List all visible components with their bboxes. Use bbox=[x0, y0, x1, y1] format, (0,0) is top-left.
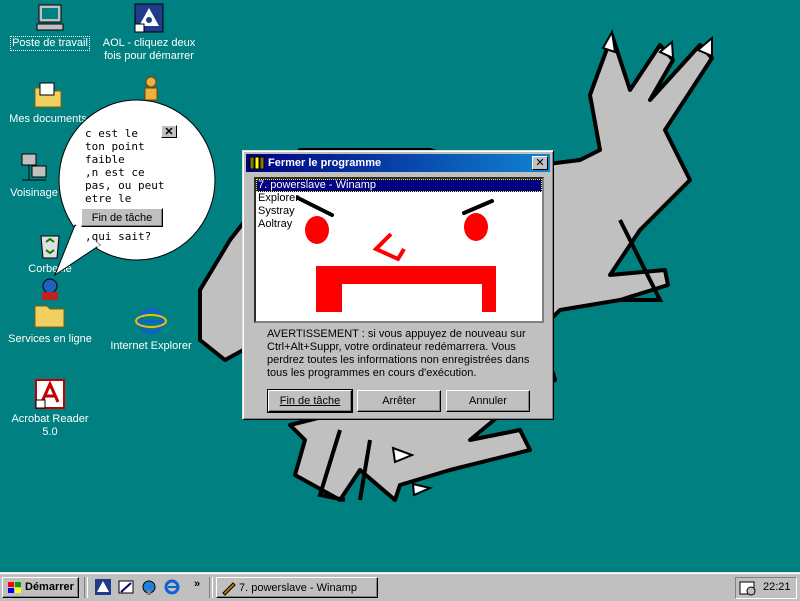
bubble-end-task-button[interactable]: Fin de tâche bbox=[81, 208, 163, 227]
aol-quicklaunch-icon[interactable] bbox=[94, 578, 112, 596]
dialog-titlebar[interactable]: Fermer le programme ✕ bbox=[246, 154, 550, 172]
documents-folder-icon bbox=[34, 82, 62, 108]
desktop-icon-acrobat[interactable]: Acrobat Reader 5.0 bbox=[2, 378, 98, 439]
ie-quicklaunch-icon[interactable] bbox=[163, 578, 181, 596]
end-task-button[interactable]: Fin de tâche bbox=[267, 389, 353, 413]
aol-icon bbox=[134, 3, 164, 33]
user-icon bbox=[144, 76, 158, 101]
desktop-icon-network[interactable]: Voisinage bbox=[4, 152, 64, 200]
angry-face-drawing bbox=[296, 196, 496, 312]
internet-explorer-icon bbox=[135, 308, 167, 334]
desktop-icon-online-services[interactable]: Services en ligne bbox=[6, 278, 94, 346]
creature-claw bbox=[411, 482, 434, 497]
desktop-quicklaunch-icon[interactable] bbox=[117, 578, 135, 596]
start-button[interactable]: Démarrer bbox=[2, 577, 79, 598]
my-computer-icon bbox=[36, 4, 64, 31]
warning-text: AVERTISSEMENT : si vous appuyez de nouve… bbox=[267, 328, 530, 379]
bubble-tail-text: ,qui sait? bbox=[85, 230, 152, 243]
system-tray: 22:21 bbox=[735, 577, 797, 599]
window-icon bbox=[249, 156, 265, 170]
scheduler-icon[interactable] bbox=[739, 580, 757, 596]
task-list[interactable]: 7. powerslave - Winamp Explorer Systray … bbox=[254, 177, 544, 323]
close-icon[interactable]: ✕ bbox=[532, 156, 548, 170]
taskbar: Démarrer » 7. powerslave - Winamp 22:21 bbox=[0, 572, 800, 601]
desktop-icon-aol[interactable]: AOL - cliquez deux fois pour démarrer bbox=[100, 2, 198, 63]
acrobat-icon bbox=[35, 379, 65, 409]
bubble-close-button[interactable]: ✕ bbox=[161, 125, 177, 138]
taskbar-separator bbox=[84, 577, 88, 598]
desktop-icon-my-computer[interactable]: Poste de travail bbox=[10, 2, 90, 51]
close-program-dialog: Fermer le programme ✕ 7. powerslave - Wi… bbox=[242, 150, 554, 420]
clock[interactable]: 22:21 bbox=[763, 581, 791, 593]
winamp-icon bbox=[222, 582, 236, 596]
taskbar-separator bbox=[209, 577, 213, 598]
online-services-icon bbox=[34, 278, 65, 328]
cancel-button[interactable]: Annuler bbox=[446, 390, 530, 412]
creature-claw bbox=[601, 28, 617, 54]
desktop-icon-internet-explorer[interactable]: Internet Explorer bbox=[106, 305, 196, 353]
taskbar-item-winamp[interactable]: 7. powerslave - Winamp bbox=[216, 577, 378, 598]
channels-quicklaunch-icon[interactable] bbox=[140, 578, 158, 596]
network-icon bbox=[21, 153, 47, 181]
dialog-title: Fermer le programme bbox=[268, 157, 382, 169]
desktop-icon-my-documents[interactable]: Mes documents bbox=[8, 80, 88, 126]
recycle-bin-icon bbox=[40, 235, 60, 259]
desktop-icon-recycle-bin[interactable]: Corbeille bbox=[10, 228, 90, 276]
bubble-text: c est le ton point faible ,n est ce pas,… bbox=[85, 127, 165, 205]
shutdown-button[interactable]: Arrêter bbox=[357, 390, 441, 412]
windows-logo-icon bbox=[8, 582, 21, 593]
quicklaunch-more-icon[interactable]: » bbox=[194, 578, 200, 590]
